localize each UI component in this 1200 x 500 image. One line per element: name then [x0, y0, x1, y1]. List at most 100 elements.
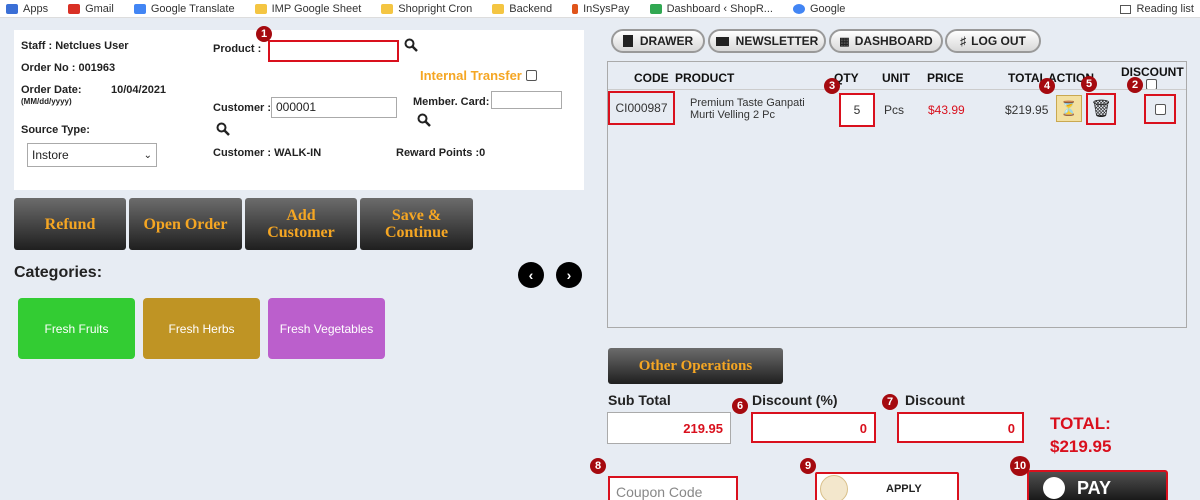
bookmark-backend[interactable]: Backend [492, 3, 552, 15]
apps-icon [6, 3, 18, 14]
order-info-panel: Staff : Netclues User Order No : 001963 … [14, 30, 584, 190]
open-order-button[interactable]: Open Order [129, 198, 242, 250]
logout-button[interactable]: ♯ LOG OUT [945, 29, 1041, 53]
member-card-search-icon[interactable] [417, 113, 431, 127]
gmail-icon [68, 3, 81, 14]
dashboard-icon [649, 3, 662, 14]
marker-10: 10 [1010, 456, 1030, 476]
bookmarks-bar: Apps Gmail Google Translate IMP Google S… [0, 0, 1200, 18]
bookmark-insyspay[interactable]: InSysPay [572, 3, 630, 15]
table-row: CI000987 Premium Taste Ganpati Murti Vel… [608, 89, 1186, 129]
product-search-input[interactable] [268, 40, 399, 62]
category-fresh-vegetables[interactable]: Fresh Vegetables [268, 298, 385, 359]
customer-label: Customer : [213, 102, 272, 114]
marker-7: 7 [882, 394, 898, 410]
member-card-label: Member. Card: [413, 96, 490, 108]
row-discount-checkbox[interactable] [1154, 103, 1166, 115]
coupon-code-input[interactable]: Coupon Code [608, 476, 738, 500]
total-label: TOTAL: [1050, 414, 1111, 433]
col-price: PRICE [927, 71, 964, 85]
staff-label: Staff : Netclues User [21, 40, 129, 52]
col-product: PRODUCT [675, 71, 735, 85]
customer-input[interactable]: 000001 [271, 97, 397, 118]
category-fresh-herbs[interactable]: Fresh Herbs [143, 298, 260, 359]
reading-list-icon [1119, 4, 1131, 14]
prev-arrow-icon[interactable]: ‹ [518, 262, 544, 288]
pay-button[interactable]: PAY [1027, 470, 1168, 500]
marker-4: 4 [1039, 78, 1055, 94]
discount-pct-input[interactable]: 0 [751, 412, 876, 443]
drawer-button[interactable]: DRAWER [611, 29, 705, 53]
order-no-label: Order No : 001963 [21, 62, 116, 74]
apply-button[interactable]: APPLY [815, 472, 959, 500]
google-icon [792, 3, 805, 14]
unlock-icon: ♯ [960, 34, 967, 48]
reward-points: Reward Points :0 [396, 147, 486, 159]
refund-button[interactable]: Refund [14, 198, 126, 250]
drawer-icon [622, 35, 633, 47]
bookmark-google-translate[interactable]: Google Translate [133, 3, 235, 15]
sub-total-field: 219.95 [607, 412, 731, 444]
insyspay-icon [572, 3, 579, 14]
folder-icon [254, 3, 267, 14]
product-search-icon[interactable] [404, 38, 418, 52]
folder-icon [492, 3, 505, 14]
pay-icon [1043, 477, 1065, 499]
row-code: CI000987 [608, 91, 675, 125]
discount-pct-label: Discount (%) [752, 392, 838, 408]
envelope-icon [715, 36, 729, 46]
cart-table: CODE PRODUCT QTY UNIT PRICE TOTAL ACTION… [607, 61, 1187, 328]
internal-transfer-checkbox[interactable] [525, 70, 537, 81]
categories-title: Categories: [14, 264, 103, 281]
bookmark-apps[interactable]: Apps [6, 3, 48, 15]
col-code: CODE [634, 71, 669, 85]
discount-input[interactable]: 0 [897, 412, 1024, 443]
row-unit: Pcs [884, 103, 905, 117]
dashboard-button[interactable]: ▦ DASHBOARD [829, 29, 943, 53]
bookmark-gmail[interactable]: Gmail [68, 3, 114, 15]
customer-name: Customer : WALK-IN [213, 147, 322, 159]
order-date-format: (MM/dd/yyyy) [21, 97, 72, 106]
coupon-tag-icon [820, 475, 848, 500]
member-card-input[interactable] [491, 91, 562, 109]
category-fresh-fruits[interactable]: Fresh Fruits [18, 298, 135, 359]
marker-8: 8 [590, 458, 606, 474]
row-total: $219.95 [1005, 103, 1049, 117]
total-value: $219.95 [1050, 437, 1112, 456]
reading-list[interactable]: Reading list [1119, 0, 1194, 18]
folder-icon [381, 3, 394, 14]
order-date-label: Order Date: [21, 84, 82, 96]
bookmark-google[interactable]: Google [792, 3, 845, 15]
bookmark-imp-sheet[interactable]: IMP Google Sheet [254, 3, 361, 15]
bookmark-shopright-cron[interactable]: Shopright Cron [381, 3, 472, 15]
row-qty-input[interactable]: 5 [839, 93, 875, 127]
trash-icon[interactable]: 🗑 [1086, 93, 1116, 125]
bookmark-dashboard[interactable]: Dashboard ‹ ShopR... [649, 3, 773, 15]
marker-6: 6 [732, 398, 748, 414]
internal-transfer: Internal Transfer [420, 68, 537, 83]
source-type-label: Source Type: [21, 124, 90, 136]
source-type-select[interactable]: Instore ⌄ [27, 143, 157, 167]
marker-2: 2 [1127, 77, 1143, 93]
customer-search-icon[interactable] [216, 122, 230, 136]
chevron-down-icon: ⌄ [143, 149, 152, 161]
marker-9: 9 [800, 458, 816, 474]
add-customer-button[interactable]: Add Customer [245, 198, 357, 250]
row-price: $43.99 [928, 103, 965, 117]
row-discount-checkbox-wrap [1144, 94, 1176, 124]
other-operations-button[interactable]: Other Operations [608, 348, 783, 384]
order-date-value: 10/04/2021 [111, 84, 167, 96]
save-continue-button[interactable]: Save & Continue [360, 198, 473, 250]
edit-discount-icon[interactable]: ⏳ [1056, 95, 1082, 122]
marker-5: 5 [1081, 76, 1097, 92]
translate-icon [133, 3, 146, 14]
marker-3: 3 [824, 78, 840, 94]
discount-label: Discount [905, 392, 965, 408]
col-unit: UNIT [882, 71, 910, 85]
sub-total-label: Sub Total [608, 392, 671, 408]
marker-1: 1 [256, 26, 272, 42]
product-label: Product : [213, 43, 262, 55]
next-arrow-icon[interactable]: › [556, 262, 582, 288]
grid-icon: ▦ [839, 35, 850, 48]
newsletter-button[interactable]: NEWSLETTER [708, 29, 826, 53]
